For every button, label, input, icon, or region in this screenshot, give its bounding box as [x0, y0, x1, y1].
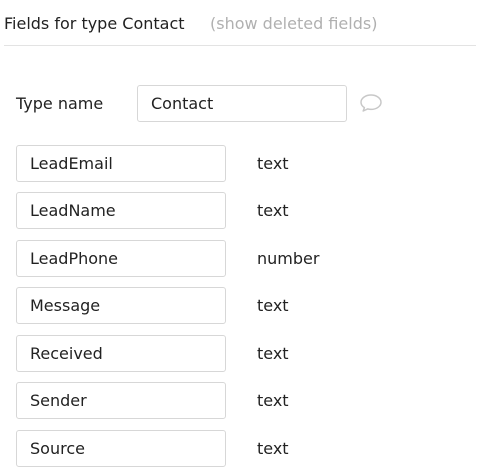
field-name-input[interactable]: Source: [16, 430, 226, 467]
type-name-label: Type name: [16, 94, 104, 113]
field-row-sender: Sender text: [16, 382, 436, 419]
field-row-leadphone: LeadPhone number: [16, 240, 436, 277]
field-type-label: number: [257, 249, 320, 268]
field-name-input[interactable]: Sender: [16, 382, 226, 419]
panel-header: Fields for type Contact (show deleted fi…: [4, 0, 476, 46]
field-type-label: text: [257, 439, 289, 458]
field-row-source: Source text: [16, 430, 436, 467]
field-type-label: text: [257, 344, 289, 363]
field-name-input[interactable]: LeadName: [16, 192, 226, 229]
comment-icon[interactable]: [359, 93, 383, 113]
field-type-label: text: [257, 154, 289, 173]
field-name-input[interactable]: LeadEmail: [16, 145, 226, 182]
field-name-input[interactable]: Received: [16, 335, 226, 372]
field-type-label: text: [257, 201, 289, 220]
field-type-label: text: [257, 391, 289, 410]
field-row-received: Received text: [16, 335, 436, 372]
field-name-input[interactable]: Message: [16, 287, 226, 324]
field-row-leademail: LeadEmail text: [16, 145, 436, 182]
field-row-message: Message text: [16, 287, 436, 324]
type-name-input[interactable]: Contact: [137, 85, 347, 122]
field-row-leadname: LeadName text: [16, 192, 436, 229]
field-type-label: text: [257, 296, 289, 315]
show-deleted-fields-link[interactable]: (show deleted fields): [210, 14, 377, 33]
field-name-input[interactable]: LeadPhone: [16, 240, 226, 277]
fields-panel: Fields for type Contact (show deleted fi…: [0, 0, 477, 472]
panel-title: Fields for type Contact: [4, 14, 185, 33]
type-name-row: Type name Contact: [16, 85, 396, 122]
